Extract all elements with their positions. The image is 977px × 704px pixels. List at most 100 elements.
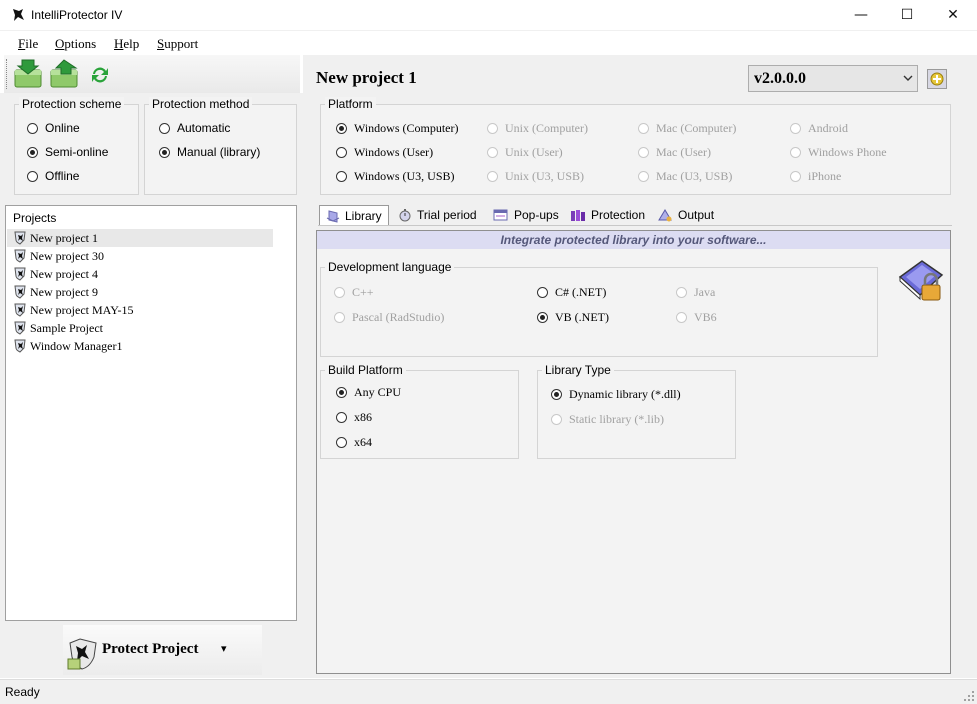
radio-dot[interactable]: [336, 171, 347, 182]
libtype-lib-radio[interactable]: Static library (*.lib): [551, 412, 664, 427]
radio-dot-selected[interactable]: [27, 146, 38, 158]
tab-label: Trial period: [417, 208, 477, 222]
import-project-icon[interactable]: [12, 58, 44, 90]
radio-dot[interactable]: [487, 123, 498, 134]
lang-vbnet-radio[interactable]: VB (.NET): [537, 310, 609, 325]
radio-dot[interactable]: [27, 170, 38, 182]
popup-window-icon: [493, 209, 508, 221]
project-title: New project 1: [316, 68, 417, 87]
dropdown-arrow-icon[interactable]: ▾: [221, 642, 227, 655]
platform-radio[interactable]: iPhone: [790, 169, 841, 184]
menu-help[interactable]: Help: [114, 36, 139, 52]
platform-radio[interactable]: Unix (U3, USB): [487, 169, 584, 184]
lang-vb6-radio[interactable]: VB6: [676, 310, 717, 325]
tab-library[interactable]: Library: [319, 205, 389, 225]
platform-radio[interactable]: Windows (U3, USB): [336, 169, 455, 184]
protect-project-button[interactable]: Protect Project ▾: [63, 625, 262, 675]
project-list-item[interactable]: Sample Project: [14, 319, 103, 337]
menu-options[interactable]: Options: [55, 36, 96, 52]
project-name: New project 30: [30, 248, 104, 263]
project-list-item[interactable]: New project 9: [14, 283, 98, 301]
platform-radio[interactable]: Windows Phone: [790, 145, 887, 160]
minimize-button[interactable]: —: [838, 0, 884, 30]
lang-java-radio[interactable]: Java: [676, 285, 715, 300]
platform-radio[interactable]: Mac (U3, USB): [638, 169, 732, 184]
tab-protection[interactable]: Protection: [563, 205, 652, 225]
output-icon: [658, 209, 672, 222]
radio-dot[interactable]: [334, 287, 345, 298]
libtype-dll-radio[interactable]: Dynamic library (*.dll): [551, 387, 681, 402]
method-manual-radio[interactable]: Manual (library): [159, 145, 260, 159]
method-automatic-radio[interactable]: Automatic: [159, 121, 230, 135]
lang-pascal-radio[interactable]: Pascal (RadStudio): [334, 310, 444, 325]
library-banner: Integrate protected library into your so…: [317, 231, 950, 249]
radio-dot[interactable]: [336, 147, 347, 158]
tab-trial-period[interactable]: Trial period: [391, 205, 484, 225]
platform-radio[interactable]: Mac (Computer): [638, 121, 736, 136]
radio-dot[interactable]: [487, 171, 498, 182]
radio-dot[interactable]: [638, 123, 649, 134]
radio-label: Unix (Computer): [505, 121, 588, 135]
radio-label: Java: [694, 285, 716, 299]
project-list-item[interactable]: New project MAY-15: [14, 301, 134, 319]
resize-grip-icon[interactable]: [963, 690, 975, 702]
radio-dot[interactable]: [676, 312, 687, 323]
tab-label: Output: [678, 208, 715, 222]
platform-radio[interactable]: Windows (User): [336, 145, 433, 160]
shield-icon: [14, 285, 26, 299]
radio-dot-selected[interactable]: [336, 123, 347, 134]
radio-dot[interactable]: [638, 147, 649, 158]
radio-dot[interactable]: [336, 437, 347, 448]
platform-radio[interactable]: Android: [790, 121, 848, 136]
scheme-semionline-radio[interactable]: Semi-online: [27, 145, 108, 159]
radio-dot-selected[interactable]: [537, 312, 548, 323]
platform-radio[interactable]: Unix (User): [487, 145, 563, 160]
menu-file[interactable]: File: [18, 36, 38, 52]
project-list-item[interactable]: New project 30: [14, 247, 104, 265]
radio-label: iPhone: [808, 169, 842, 183]
close-button[interactable]: ✕: [930, 0, 976, 30]
radio-dot[interactable]: [336, 412, 347, 423]
radio-dot-selected[interactable]: [159, 146, 170, 158]
radio-dot[interactable]: [676, 287, 687, 298]
platform-radio[interactable]: Windows (Computer): [336, 121, 459, 136]
tab-output[interactable]: Output: [650, 205, 721, 225]
radio-dot[interactable]: [334, 312, 345, 323]
lang-csharp-radio[interactable]: C# (.NET): [537, 285, 606, 300]
menu-support[interactable]: Support: [157, 36, 198, 52]
maximize-button[interactable]: ☐: [884, 0, 930, 30]
radio-label: Mac (User): [656, 145, 711, 159]
build-anycpu-radio[interactable]: Any CPU: [336, 385, 401, 400]
radio-dot[interactable]: [638, 171, 649, 182]
radio-dot[interactable]: [790, 123, 801, 134]
project-list-item[interactable]: New project 4: [14, 265, 98, 283]
radio-dot[interactable]: [790, 147, 801, 158]
radio-dot[interactable]: [487, 147, 498, 158]
lang-cpp-radio[interactable]: C++: [334, 285, 374, 300]
scheme-online-radio[interactable]: Online: [27, 121, 80, 135]
shield-icon: [14, 303, 26, 317]
radio-dot-selected[interactable]: [551, 389, 562, 400]
radio-dot[interactable]: [27, 122, 38, 134]
platform-radio[interactable]: Mac (User): [638, 145, 711, 160]
build-x64-radio[interactable]: x64: [336, 435, 372, 450]
radio-dot[interactable]: [551, 414, 562, 425]
status-text: Ready: [5, 685, 40, 699]
protect-project-label: Protect Project: [102, 641, 199, 657]
version-select[interactable]: v2.0.0.0: [748, 65, 918, 92]
protection-scheme-label: Protection scheme: [19, 97, 125, 111]
build-x86-radio[interactable]: x86: [336, 410, 372, 425]
project-list-item[interactable]: New project 1: [14, 229, 98, 247]
radio-dot[interactable]: [790, 171, 801, 182]
platform-radio[interactable]: Unix (Computer): [487, 121, 588, 136]
radio-dot[interactable]: [159, 122, 170, 134]
tab-popups[interactable]: Pop-ups: [486, 205, 566, 225]
window-title: IntelliProtector IV: [31, 8, 123, 22]
add-version-button[interactable]: [927, 69, 947, 89]
export-project-icon[interactable]: [48, 58, 80, 90]
radio-dot[interactable]: [537, 287, 548, 298]
scheme-offline-radio[interactable]: Offline: [27, 169, 79, 183]
radio-dot-selected[interactable]: [336, 387, 347, 398]
refresh-icon[interactable]: [89, 64, 111, 86]
project-list-item[interactable]: Window Manager1: [14, 337, 123, 355]
